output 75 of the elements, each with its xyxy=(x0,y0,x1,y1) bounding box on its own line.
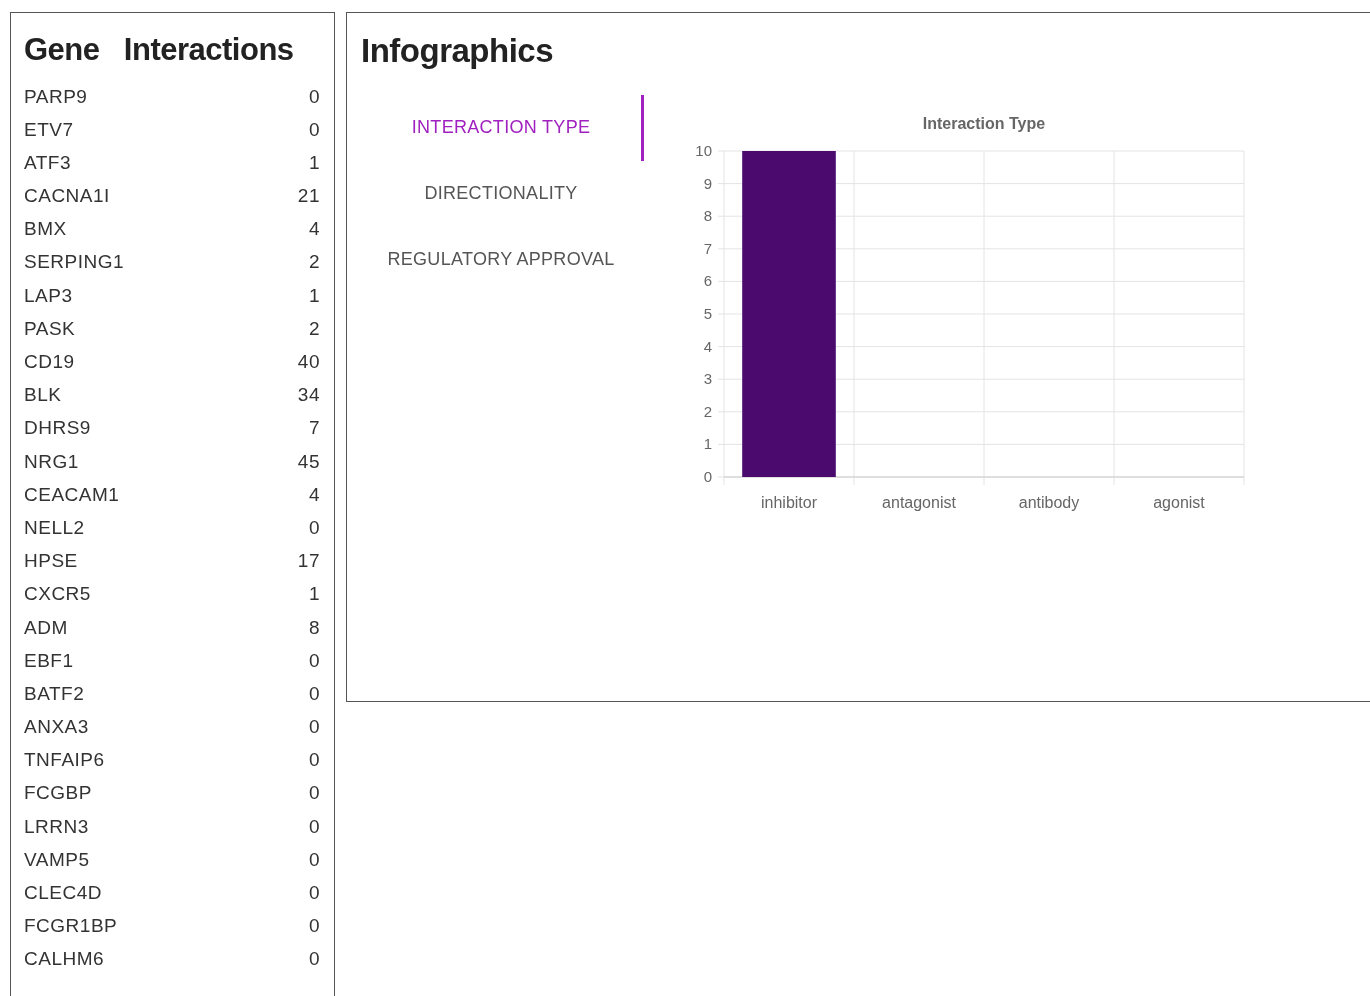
gene-name: LAP3 xyxy=(24,283,73,308)
gene-name: NELL2 xyxy=(24,515,85,540)
gene-name: FCGBP xyxy=(24,781,92,806)
interaction-count: 0 xyxy=(308,814,320,839)
interaction-count: 21 xyxy=(297,184,320,209)
interaction-count: 8 xyxy=(308,615,320,640)
gene-name: CALHM6 xyxy=(24,947,105,972)
interaction-count: 2 xyxy=(308,250,320,275)
gene-name: PARP9 xyxy=(24,84,88,109)
gene-name: DHRS9 xyxy=(24,416,91,441)
interaction-count: 1 xyxy=(308,150,320,175)
interaction-count: 0 xyxy=(308,781,320,806)
interaction-count: 0 xyxy=(308,715,320,740)
interaction-count: 4 xyxy=(308,482,320,507)
interaction-count: 0 xyxy=(308,748,320,773)
panel-title: Gene Interactions xyxy=(24,31,295,69)
y-tick-label: 3 xyxy=(703,369,712,387)
gene-name: BATF2 xyxy=(24,681,85,706)
gene-name: BLK xyxy=(24,383,62,408)
y-tick-label: 10 xyxy=(695,141,712,159)
gene-name: ATF3 xyxy=(24,150,72,175)
interaction-count: 1 xyxy=(308,582,320,607)
interaction-count: 34 xyxy=(297,383,320,408)
interaction-count: 0 xyxy=(308,84,320,109)
x-tick-label: antagonist xyxy=(882,493,956,511)
interaction-count: 0 xyxy=(308,914,320,939)
gene-name: BMX xyxy=(24,217,67,242)
interaction-count: 0 xyxy=(308,117,320,142)
gene-name: TNFAIP6 xyxy=(24,748,105,773)
tab[interactable]: INTERACTION TYPE xyxy=(361,94,644,161)
chart-title: Interaction Type xyxy=(922,114,1046,132)
gene-name: ADM xyxy=(24,615,68,640)
y-tick-label: 2 xyxy=(703,402,712,420)
gene-name: CLEC4D xyxy=(24,881,102,906)
x-tick-label: antibody xyxy=(1018,493,1080,511)
interaction-count: 0 xyxy=(308,681,320,706)
y-tick-label: 5 xyxy=(703,304,712,322)
tab[interactable]: REGULATORY APPROVAL xyxy=(361,226,644,293)
gene-name: ANXA3 xyxy=(24,715,89,740)
gene-name: FCGR1BP xyxy=(24,914,118,939)
gene-name: NRG1 xyxy=(24,449,79,474)
interaction-count: 0 xyxy=(308,881,320,906)
gene-name: CACNA1I xyxy=(24,184,110,209)
interaction-count: 7 xyxy=(308,416,320,441)
interaction-count: 0 xyxy=(308,847,320,872)
tab[interactable]: DIRECTIONALITY xyxy=(361,160,644,227)
interaction-count: 0 xyxy=(308,648,320,673)
y-tick-label: 1 xyxy=(703,435,712,452)
interaction-count: 0 xyxy=(308,947,320,972)
panel-title: Infographics xyxy=(361,31,555,71)
interaction-count: 4 xyxy=(308,217,320,242)
gene-name: ETV7 xyxy=(24,117,74,142)
gene-name: EBF1 xyxy=(24,648,74,673)
gene-name: CXCR5 xyxy=(24,582,91,607)
gene-name: HPSE xyxy=(24,549,78,574)
interaction-count: 17 xyxy=(297,549,320,574)
y-tick-label: 8 xyxy=(703,206,712,224)
y-tick-label: 0 xyxy=(703,467,712,485)
x-tick-label: inhibitor xyxy=(761,493,817,511)
y-tick-label: 7 xyxy=(703,239,712,257)
y-tick-label: 9 xyxy=(703,174,712,192)
y-tick-label: 4 xyxy=(703,337,712,355)
interaction-count: 2 xyxy=(308,316,320,341)
y-tick-label: 6 xyxy=(703,272,712,289)
gene-name: SERPING1 xyxy=(24,250,125,275)
gene-name: PASK xyxy=(24,316,76,341)
interaction-count: 0 xyxy=(308,515,320,540)
gene-name: LRRN3 xyxy=(24,814,89,839)
gene-name: VAMP5 xyxy=(24,847,90,872)
interaction-count: 1 xyxy=(308,283,320,308)
interaction-count: 40 xyxy=(297,350,320,375)
interaction-count: 45 xyxy=(297,449,320,474)
x-tick-label: agonist xyxy=(1153,493,1205,511)
gene-name: CD19 xyxy=(24,350,75,375)
gene-name: CEACAM1 xyxy=(24,482,120,507)
